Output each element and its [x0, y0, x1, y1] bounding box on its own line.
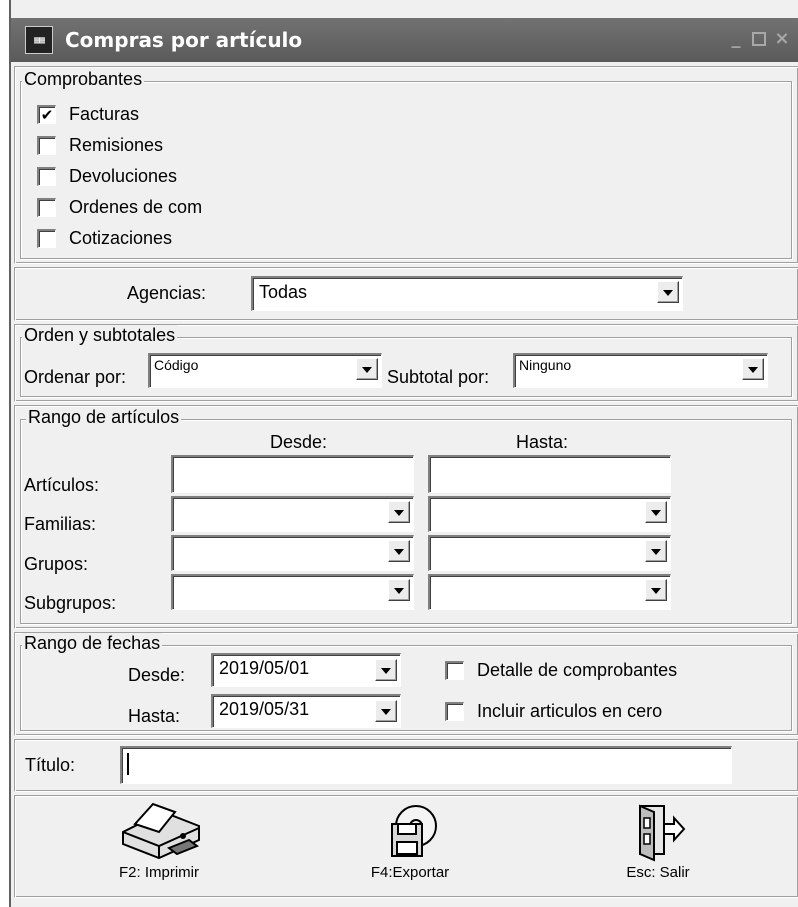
comprobantes-legend: Comprobantes [22, 69, 145, 90]
grupos-label: Grupos: [24, 554, 89, 574]
agencias-select[interactable]: Todas [251, 276, 683, 311]
minimize-icon[interactable]: _ [728, 28, 744, 49]
subgrupos-hasta-select[interactable] [428, 574, 671, 610]
fecha-desde-value: 2019/05/01 [219, 658, 310, 678]
incluir-check[interactable] [445, 702, 464, 721]
ordenes-check[interactable] [37, 198, 56, 217]
familias-hasta-dropdown-icon[interactable] [645, 501, 667, 523]
orden-legend: Orden y subtotales [22, 325, 178, 346]
facturas-label: Facturas [69, 104, 140, 124]
articulos-label: Artículos: [24, 475, 100, 495]
imprimir-button[interactable]: F2: Imprimir [69, 802, 249, 892]
remisiones-label: Remisiones [69, 135, 164, 155]
subtotal-label: Subtotal por: [387, 367, 490, 387]
salir-label: Esc: Salir [626, 864, 690, 881]
imprimir-label: F2: Imprimir [119, 864, 199, 881]
fecha-hasta-label: Hasta: [128, 706, 181, 726]
checkbox-ordenes[interactable]: Ordenes de com [37, 197, 202, 218]
exportar-label: F4:Exportar [370, 864, 450, 881]
ordenar-dropdown-icon[interactable] [356, 358, 378, 380]
devoluciones-label: Devoluciones [69, 166, 178, 186]
cotizaciones-check[interactable] [37, 229, 56, 248]
subgrupos-label: Subgrupos: [24, 593, 117, 613]
grupos-desde-select[interactable] [171, 535, 414, 571]
exportar-button[interactable]: F4:Exportar [320, 802, 500, 892]
agencias-panel: Agencias: Todas [14, 267, 798, 321]
familias-label: Familias: [24, 514, 97, 534]
familias-desde-select[interactable] [171, 496, 414, 532]
titulo-input[interactable] [120, 746, 732, 784]
subgrupos-desde-dropdown-icon[interactable] [388, 579, 410, 601]
ordenes-label: Ordenes de com [69, 197, 203, 217]
agencias-dropdown-icon[interactable] [657, 281, 679, 303]
exit-door-icon [639, 804, 686, 862]
text-cursor [127, 753, 129, 775]
rango-fechas-legend: Rango de fechas [22, 633, 163, 654]
checkbox-detalle[interactable]: Detalle de comprobantes [445, 660, 677, 681]
checkbox-devoluciones[interactable]: Devoluciones [37, 166, 177, 187]
ordenar-value: Código [154, 357, 199, 373]
checkbox-cotizaciones[interactable]: Cotizaciones [37, 228, 172, 249]
agencias-value: Todas [259, 282, 308, 302]
fecha-hasta-dropdown-icon[interactable] [375, 700, 397, 722]
desde-header: Desde: [270, 432, 328, 452]
fecha-desde-picker[interactable]: 2019/05/01 [211, 653, 401, 687]
subtotal-value: Ninguno [519, 357, 572, 373]
fecha-desde-dropdown-icon[interactable] [375, 659, 397, 681]
app-icon: ▦▦ [25, 26, 53, 54]
titulo-label: Título: [25, 755, 76, 775]
window-title: Compras por artículo [65, 28, 303, 52]
rango-articulos-group: Rango de artículos Desde: Hasta: Artícul… [20, 407, 792, 624]
fecha-hasta-picker[interactable]: 2019/05/31 [211, 694, 401, 728]
orden-panel: Orden y subtotales Ordenar por: Código S… [14, 324, 798, 402]
grupos-hasta-dropdown-icon[interactable] [645, 540, 667, 562]
grupos-desde-dropdown-icon[interactable] [388, 540, 410, 562]
familias-desde-dropdown-icon[interactable] [388, 501, 410, 523]
subgrupos-hasta-dropdown-icon[interactable] [645, 579, 667, 601]
incluir-label: Incluir articulos en cero [477, 701, 663, 721]
detalle-label: Detalle de comprobantes [477, 660, 678, 680]
report-window: ▦▦ Compras por artículo _ × Comprobantes… [9, 0, 798, 907]
checkbox-incluir[interactable]: Incluir articulos en cero [445, 701, 662, 722]
maximize-icon[interactable] [752, 32, 766, 46]
ordenar-select[interactable]: Código [148, 353, 382, 388]
toolbar-panel: F2: Imprimir F4:Exportar Esc: Salir [14, 795, 798, 898]
grupos-hasta-select[interactable] [428, 535, 671, 571]
hasta-header: Hasta: [516, 432, 569, 452]
fecha-hasta-value: 2019/05/31 [219, 699, 310, 719]
rango-fechas-panel: Rango de fechas Desde: 2019/05/01 Detall… [14, 632, 798, 736]
articulos-hasta-input[interactable] [428, 455, 671, 493]
comprobantes-group: Comprobantes ✔ Facturas Remisiones Devol… [20, 69, 792, 259]
facturas-check[interactable]: ✔ [37, 105, 56, 124]
floppy-export-icon [391, 805, 437, 857]
fecha-desde-label: Desde: [128, 665, 186, 685]
titulo-panel: Título: [14, 739, 798, 792]
comprobantes-panel: Comprobantes ✔ Facturas Remisiones Devol… [14, 66, 798, 264]
ordenar-label: Ordenar por: [24, 367, 127, 387]
rango-articulos-panel: Rango de artículos Desde: Hasta: Artícul… [14, 405, 798, 629]
rango-articulos-legend: Rango de artículos [26, 407, 182, 428]
rango-fechas-group: Rango de fechas Desde: 2019/05/01 Detall… [20, 633, 792, 731]
cotizaciones-label: Cotizaciones [69, 228, 173, 248]
subtotal-select[interactable]: Ninguno [513, 353, 768, 388]
detalle-check[interactable] [445, 661, 464, 680]
checkbox-remisiones[interactable]: Remisiones [37, 135, 163, 156]
orden-group: Orden y subtotales Ordenar por: Código S… [20, 325, 792, 397]
subgrupos-desde-select[interactable] [171, 574, 414, 610]
checkbox-facturas[interactable]: ✔ Facturas [37, 104, 139, 125]
articulos-desde-input[interactable] [171, 455, 414, 493]
salir-button[interactable]: Esc: Salir [568, 802, 748, 892]
familias-hasta-select[interactable] [428, 496, 671, 532]
subtotal-dropdown-icon[interactable] [742, 358, 764, 380]
agencias-label: Agencias: [127, 283, 207, 303]
printer-icon [122, 802, 200, 860]
title-bar[interactable]: ▦▦ Compras por artículo _ × [11, 18, 798, 62]
close-icon[interactable]: × [774, 28, 790, 49]
devoluciones-check[interactable] [37, 167, 56, 186]
remisiones-check[interactable] [37, 136, 56, 155]
